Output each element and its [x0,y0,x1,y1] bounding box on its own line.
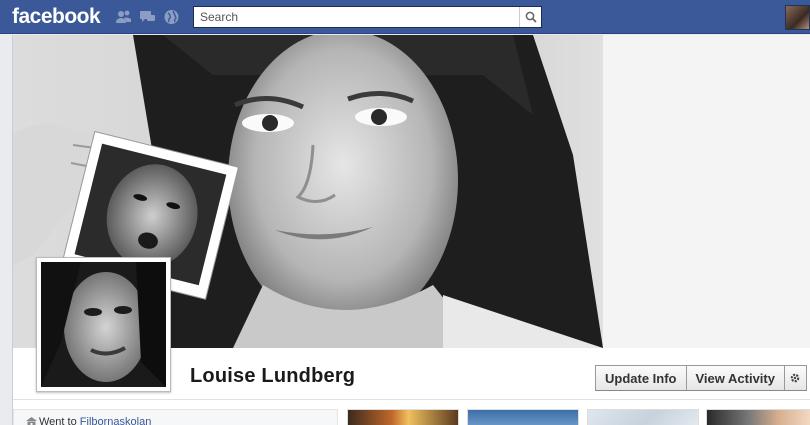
about-summary-box: Went to Filbornaskolan [13,409,338,425]
facebook-logo[interactable]: facebook [12,5,101,29]
gear-icon [790,373,800,383]
map-thumbnail[interactable] [587,409,699,425]
went-to-label: Went to [39,416,77,425]
profile-actions: Update Info View Activity [595,365,807,391]
notifications-globe-icon[interactable] [163,9,180,25]
user-avatar-thumbnail[interactable] [785,5,810,30]
search-input[interactable] [194,7,514,27]
search-icon [525,11,537,23]
friends-icon[interactable] [115,9,132,25]
school-icon [26,417,37,425]
photo-thumbnail[interactable] [467,409,579,425]
update-info-button[interactable]: Update Info [595,365,687,391]
photo-thumbnail[interactable] [347,409,459,425]
education-line: Went to Filbornaskolan [39,416,151,425]
school-link[interactable]: Filbornaskolan [80,416,152,425]
search-button[interactable] [519,7,541,27]
messages-icon[interactable] [139,9,156,25]
settings-gear-button[interactable] [784,365,807,391]
timeline-page: Louise Lundberg Update Info View Activit… [12,35,810,425]
view-activity-button[interactable]: View Activity [686,365,785,391]
header-divider [13,399,810,400]
search-box [193,6,542,28]
profile-picture[interactable] [36,257,171,392]
photo-thumbnail[interactable] [706,409,810,425]
top-navigation-bar: facebook [0,0,810,34]
profile-name: Louise Lundberg [190,365,356,387]
